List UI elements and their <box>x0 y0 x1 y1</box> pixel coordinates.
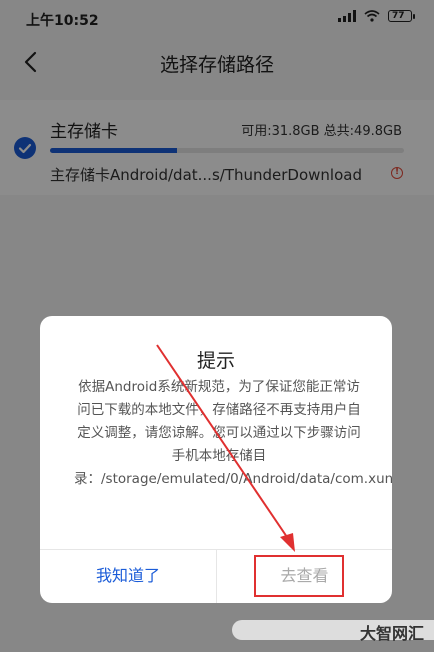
watermark: 大智网汇 <box>359 624 424 643</box>
got-it-button[interactable]: 我知道了 <box>40 549 216 603</box>
dialog-message: 依据Android系统新规范，为了保证您能正常访问已下载的本地文件，存储路径不再… <box>74 379 392 487</box>
dialog-title: 提示 <box>196 350 235 372</box>
annotation-highlight-box <box>254 555 344 597</box>
